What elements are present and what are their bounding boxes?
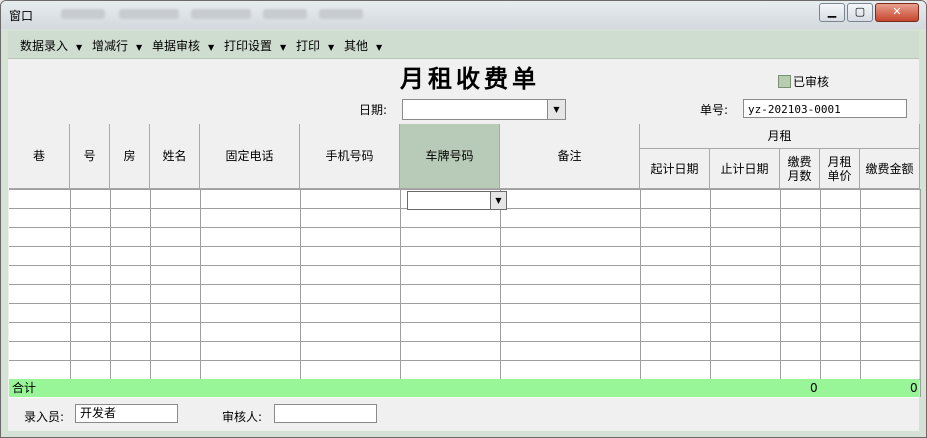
menu-label: 单据审核	[152, 39, 201, 53]
close-button[interactable]: ✕	[875, 3, 919, 22]
group-header-monthly: 月租	[640, 124, 920, 149]
table-row[interactable]	[9, 247, 920, 265]
menu-bar: 数据录入 ▼ 增减行 ▼ 单据审核 ▼ 打印设置 ▼ 打印 ▼ 其他 ▼	[8, 31, 919, 59]
minimize-icon: ▁	[827, 5, 837, 18]
column-header[interactable]: 备注	[500, 124, 640, 189]
dropdown-arrow-icon: ▼	[208, 43, 215, 52]
column-header[interactable]: 起计日期	[640, 149, 710, 189]
column-header[interactable]: 房	[110, 124, 150, 189]
table-row[interactable]	[9, 342, 920, 360]
entry-person-field[interactable]: 开发者	[75, 404, 178, 423]
dropdown-arrow-icon: ▼	[280, 43, 287, 52]
blurred-title-segment	[119, 9, 179, 19]
plate-number-cell-editor[interactable]: ▼	[407, 191, 507, 210]
audited-label: 已审核	[793, 75, 830, 89]
table-row[interactable]	[9, 304, 920, 322]
sum-months-value: 0	[810, 381, 818, 395]
blurred-title-segment	[61, 9, 105, 19]
column-header[interactable]: 缴费 月数	[780, 149, 820, 189]
dropdown-arrow-icon: ▼	[376, 43, 383, 52]
dropdown-arrow-icon: ▼	[328, 43, 335, 52]
checkbox-icon	[778, 75, 791, 88]
column-header[interactable]: 巷	[9, 124, 70, 189]
menu-label: 数据录入	[20, 39, 69, 53]
dropdown-arrow-icon: ▼	[76, 43, 83, 52]
blurred-title-segment	[263, 9, 307, 19]
column-header[interactable]: 姓名	[150, 124, 200, 189]
doc-number-label: 单号:	[700, 103, 729, 117]
column-header-selected[interactable]: 车牌号码	[400, 124, 500, 189]
grid-column-line	[920, 189, 921, 397]
dropdown-arrow-icon[interactable]: ▼	[547, 100, 565, 119]
audited-checkbox[interactable]: 已审核	[778, 73, 829, 90]
blurred-title-segment	[319, 9, 363, 19]
menu-label: 增减行	[92, 39, 129, 53]
menu-other[interactable]: 其他 ▼	[344, 37, 382, 54]
column-header[interactable]: 止计日期	[710, 149, 780, 189]
date-picker[interactable]: ▼	[402, 99, 566, 120]
table-row[interactable]	[9, 323, 920, 341]
date-label: 日期:	[359, 103, 388, 117]
entry-person-label: 录入员:	[24, 410, 65, 424]
sum-row: 合计 0 0	[9, 379, 919, 397]
reviewer-field[interactable]	[274, 404, 377, 423]
table-row[interactable]	[9, 228, 920, 246]
dropdown-arrow-icon[interactable]: ▼	[490, 192, 506, 209]
maximize-button[interactable]: ▢	[847, 3, 873, 22]
column-header[interactable]: 月租 单价	[820, 149, 860, 189]
menu-add-remove-row[interactable]: 增减行 ▼	[92, 37, 142, 54]
table-row[interactable]	[9, 266, 920, 284]
form-area: 月租收费单 已审核 日期: ▼ 单号: yz-202103-0001 巷 号 房…	[8, 59, 921, 431]
menu-label: 其他	[344, 39, 369, 53]
menu-label: 打印设置	[224, 39, 273, 53]
column-header[interactable]: 号	[70, 124, 110, 189]
title-bar: 窗口 ▁ ▢ ✕	[1, 1, 926, 29]
menu-data-entry[interactable]: 数据录入 ▼	[20, 37, 82, 54]
column-header[interactable]: 缴费金额	[860, 149, 920, 189]
dropdown-arrow-icon: ▼	[136, 43, 143, 52]
table-row[interactable]	[9, 361, 920, 379]
reviewer-label: 审核人:	[222, 410, 263, 424]
blurred-title-segment	[191, 9, 251, 19]
doc-number-field[interactable]: yz-202103-0001	[743, 99, 907, 118]
menu-print-settings[interactable]: 打印设置 ▼	[224, 37, 286, 54]
maximize-icon: ▢	[854, 5, 866, 18]
main-window: 窗口 ▁ ▢ ✕ 数据录入 ▼ 增减行 ▼ 单据审核 ▼ 打印设置 ▼ 打印 ▼ 其他 ▼ …	[0, 0, 927, 438]
column-header[interactable]: 固定电话	[200, 124, 300, 189]
document-title: 月租收费单	[400, 64, 540, 93]
menu-label: 打印	[296, 39, 321, 53]
close-icon: ✕	[892, 5, 902, 18]
footer-bar: 录入员: 开发者 审核人:	[8, 401, 919, 431]
table-row[interactable]	[9, 209, 920, 227]
sum-label: 合计	[12, 381, 37, 395]
window-title: 窗口	[9, 9, 34, 23]
menu-print[interactable]: 打印 ▼	[296, 37, 334, 54]
table-row[interactable]	[9, 285, 920, 303]
menu-document-review[interactable]: 单据审核 ▼	[152, 37, 214, 54]
column-header[interactable]: 手机号码	[300, 124, 400, 189]
minimize-button[interactable]: ▁	[819, 3, 845, 22]
sum-amount-value: 0	[910, 381, 918, 395]
